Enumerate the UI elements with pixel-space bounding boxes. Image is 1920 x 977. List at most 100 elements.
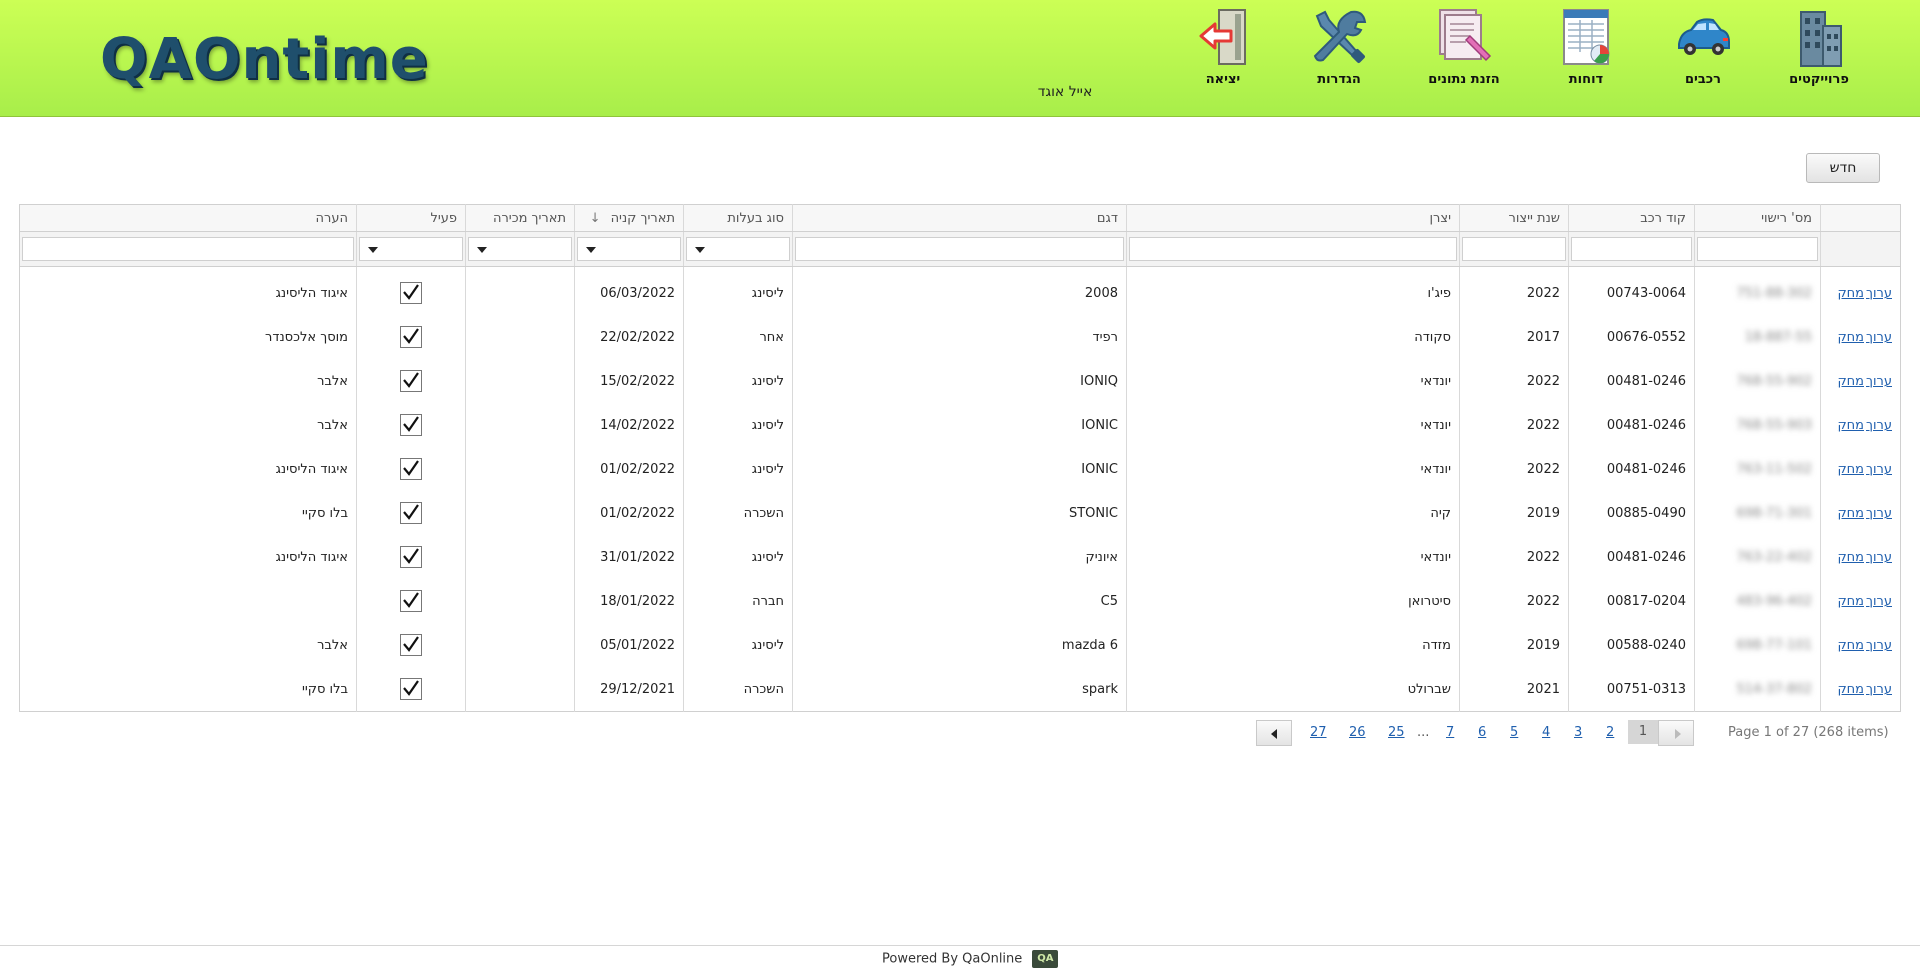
delete-link[interactable]: מחק: [1837, 374, 1864, 389]
checkmark-icon: [403, 416, 419, 432]
active-checkbox[interactable]: [400, 326, 422, 348]
page-link[interactable]: 25: [1388, 725, 1405, 740]
note-filter-input[interactable]: [22, 237, 354, 261]
row-actions: ערוךמחק: [1820, 667, 1901, 712]
row-actions: ערוךמחק: [1820, 491, 1901, 535]
edit-link[interactable]: ערוך: [1866, 594, 1892, 609]
column-header-active[interactable]: פעיל: [356, 204, 466, 232]
delete-link[interactable]: מחק: [1837, 418, 1864, 433]
cell-sale-date: [465, 315, 575, 359]
cell-model: IONIC: [792, 447, 1127, 491]
model-filter-input[interactable]: [795, 237, 1124, 261]
edit-link[interactable]: ערוך: [1866, 330, 1892, 345]
column-header-ownership[interactable]: סוג בעלות: [683, 204, 793, 232]
edit-link[interactable]: ערוך: [1866, 638, 1892, 653]
page-link[interactable]: 26: [1349, 725, 1366, 740]
edit-link[interactable]: ערוך: [1866, 506, 1892, 521]
page-link[interactable]: 5: [1510, 725, 1518, 740]
active-checkbox[interactable]: [400, 678, 422, 700]
year-filter-input[interactable]: [1462, 237, 1566, 261]
active-checkbox[interactable]: [400, 590, 422, 612]
maker-filter-input[interactable]: [1129, 237, 1457, 261]
edit-link[interactable]: ערוך: [1866, 418, 1892, 433]
cell-model: רפיד: [792, 315, 1127, 359]
edit-link[interactable]: ערוך: [1866, 682, 1892, 697]
edit-link[interactable]: ערוך: [1866, 550, 1892, 565]
page-link[interactable]: 3: [1574, 725, 1582, 740]
table-row: ערוךמחק 18-887-55 00676-0552 2017 סקודה רפיד א…: [20, 315, 1901, 359]
qaontime-logo[interactable]: QAOntime: [100, 28, 429, 92]
active-checkbox[interactable]: [400, 502, 422, 524]
delete-link[interactable]: מחק: [1837, 330, 1864, 345]
nav-vehicles[interactable]: רכבים: [1648, 6, 1758, 87]
active-checkbox[interactable]: [400, 370, 422, 392]
delete-link[interactable]: מחק: [1837, 594, 1864, 609]
cell-maker: מזדה: [1126, 623, 1460, 667]
checkmark-icon: [403, 328, 419, 344]
new-vehicle-button[interactable]: חדש: [1806, 153, 1880, 183]
plate-filter-input[interactable]: [1697, 237, 1818, 261]
row-actions: ערוךמחק: [1820, 623, 1901, 667]
active-checkbox[interactable]: [400, 414, 422, 436]
column-header-code[interactable]: קוד רכב: [1568, 204, 1695, 232]
page-link[interactable]: 4: [1542, 725, 1550, 740]
data-entry-icon: [1439, 9, 1492, 62]
delete-link[interactable]: מחק: [1837, 506, 1864, 521]
filter-row: [19, 231, 1901, 267]
cell-plate: 751-88-302: [1694, 271, 1821, 315]
column-header-maker[interactable]: יצרן: [1126, 204, 1460, 232]
cell-purchase-date: 01/02/2022: [574, 447, 684, 491]
column-header-note[interactable]: הערה: [19, 204, 357, 232]
delete-link[interactable]: מחק: [1837, 286, 1864, 301]
cell-active: [356, 579, 466, 623]
page-link[interactable]: 27: [1310, 725, 1327, 740]
delete-link[interactable]: מחק: [1837, 550, 1864, 565]
ownership-filter-dropdown[interactable]: [686, 237, 790, 261]
next-page-button[interactable]: [1658, 720, 1694, 746]
cell-maker: יונדאי: [1126, 359, 1460, 403]
code-filter-input[interactable]: [1571, 237, 1692, 261]
nav-projects[interactable]: פרוייקטים: [1764, 6, 1874, 87]
delete-link[interactable]: מחק: [1837, 638, 1864, 653]
column-header-year[interactable]: שנת ייצור: [1459, 204, 1569, 232]
active-checkbox[interactable]: [400, 546, 422, 568]
nav-data-entry[interactable]: הזנת נתונים: [1409, 6, 1519, 87]
cell-active: [356, 667, 466, 712]
cell-code: 00676-0552: [1568, 315, 1695, 359]
filter-cell: [792, 231, 1127, 267]
cell-model: IONIQ: [792, 359, 1127, 403]
sale-date-filter-dropdown[interactable]: [468, 237, 572, 261]
active-filter-dropdown[interactable]: [359, 237, 463, 261]
plate-value: 483-96-402: [1736, 593, 1812, 609]
table-row: ערוךמחק 763-11-502 00481-0246 2022 יונדאי ION…: [20, 447, 1901, 491]
qaonline-logo: QA: [1032, 950, 1059, 968]
nav-reports[interactable]: דוחות: [1531, 6, 1641, 87]
column-header-sale-date[interactable]: תאריך מכירה: [465, 204, 575, 232]
delete-link[interactable]: מחק: [1837, 682, 1864, 697]
grid-body: ערוךמחק 751-88-302 00743-0064 2022 פיג'ו 2008…: [20, 271, 1901, 712]
cell-sale-date: [465, 359, 575, 403]
cell-purchase-date: 22/02/2022: [574, 315, 684, 359]
edit-link[interactable]: ערוך: [1866, 374, 1892, 389]
delete-link[interactable]: מחק: [1837, 462, 1864, 477]
active-checkbox[interactable]: [400, 282, 422, 304]
column-header-plate[interactable]: מס' רישוי: [1694, 204, 1821, 232]
page-link[interactable]: 7: [1446, 725, 1454, 740]
active-checkbox[interactable]: [400, 634, 422, 656]
row-actions: ערוךמחק: [1820, 579, 1901, 623]
active-checkbox[interactable]: [400, 458, 422, 480]
cell-active: [356, 447, 466, 491]
page-link[interactable]: 6: [1478, 725, 1486, 740]
cell-note: אלבר: [317, 637, 348, 653]
purchase-date-filter-dropdown[interactable]: [577, 237, 681, 261]
column-header-purchase-date[interactable]: תאריך קניה ↓: [574, 204, 684, 232]
page-ellipsis: ...: [1417, 725, 1430, 740]
nav-exit[interactable]: יציאה: [1168, 6, 1278, 87]
prev-page-button[interactable]: [1256, 720, 1292, 746]
nav-settings[interactable]: הגדרות: [1284, 6, 1394, 87]
page-link[interactable]: 2: [1606, 725, 1614, 740]
column-header-model[interactable]: דגם: [792, 204, 1127, 232]
edit-link[interactable]: ערוך: [1866, 286, 1892, 301]
edit-link[interactable]: ערוך: [1866, 462, 1892, 477]
cell-purchase-date: 31/01/2022: [574, 535, 684, 579]
